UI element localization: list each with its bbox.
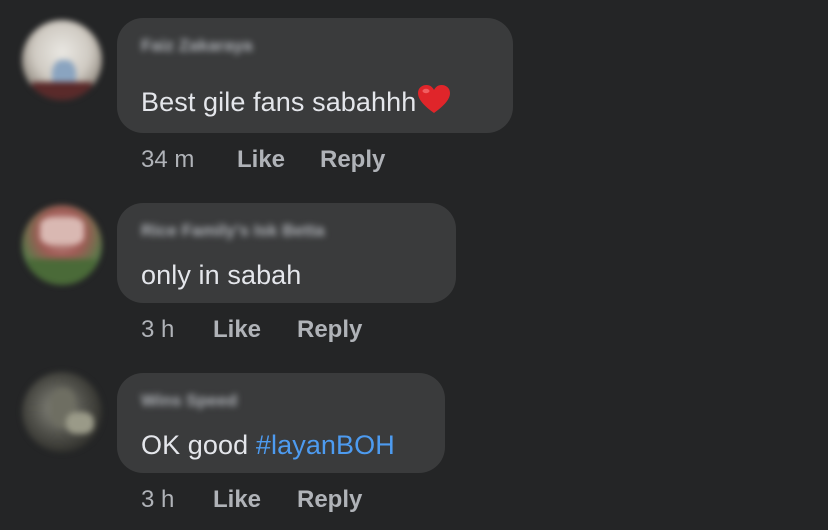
timestamp[interactable]: 3 h <box>141 316 174 344</box>
timestamp[interactable]: 34 m <box>141 146 194 174</box>
avatar[interactable] <box>22 205 102 285</box>
comment-bubble: Rice Family's Isk Betta only in sabah <box>117 203 456 303</box>
reply-button[interactable]: Reply <box>320 146 385 174</box>
timestamp[interactable]: 3 h <box>141 486 174 514</box>
like-button[interactable]: Like <box>213 316 261 344</box>
hashtag-link[interactable]: #layanBOH <box>256 430 395 460</box>
comment-bubble: Wins Speed OK good #layanBOH <box>117 373 445 473</box>
comment-text: Best gile fans sabahhh <box>141 84 451 121</box>
reply-button[interactable]: Reply <box>297 486 362 514</box>
like-button[interactable]: Like <box>213 486 261 514</box>
author-name[interactable]: Faiz Zakaraya <box>141 36 253 56</box>
comment-body: Best gile fans sabahhh <box>141 87 417 117</box>
comment-bubble: Faiz Zakaraya Best gile fans sabahhh <box>117 18 513 133</box>
reply-button[interactable]: Reply <box>297 316 362 344</box>
like-button[interactable]: Like <box>237 146 285 174</box>
avatar[interactable] <box>22 20 102 100</box>
author-name[interactable]: Rice Family's Isk Betta <box>141 221 325 241</box>
red-heart-icon <box>417 84 451 121</box>
comment-text: OK good #layanBOH <box>141 430 395 461</box>
comment-text: only in sabah <box>141 260 302 290</box>
avatar[interactable] <box>22 372 102 452</box>
author-name[interactable]: Wins Speed <box>141 391 237 411</box>
comment-body: OK good <box>141 430 256 460</box>
